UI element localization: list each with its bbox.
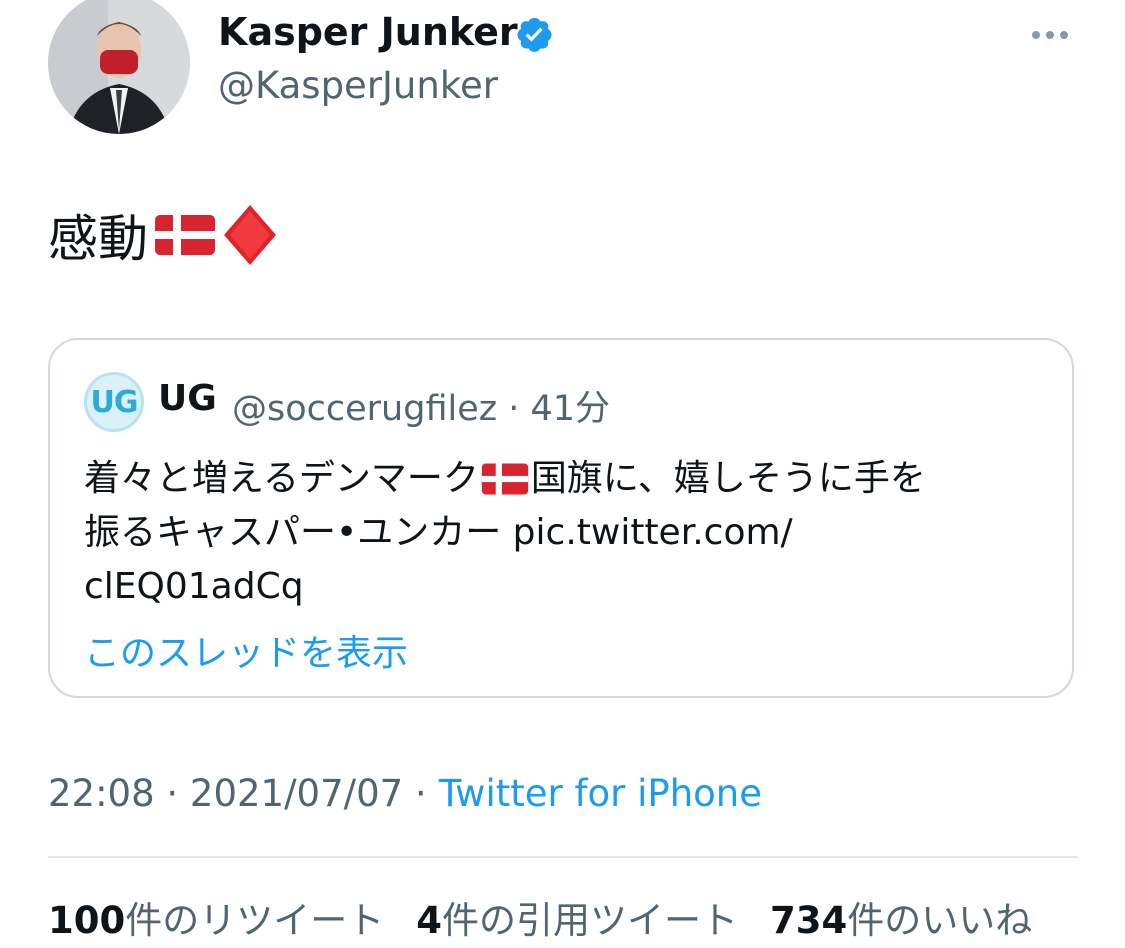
denmark-flag-icon [155,215,215,255]
tweet-timestamp[interactable]: 22:08 · 2021/07/07 · [48,772,427,815]
red-diamond-icon [224,205,276,265]
ug-logo: UG [90,384,139,420]
quoted-author-avatar[interactable]: UG [84,372,144,432]
quoted-tweet-text: 着々と増えるデンマーク 国旗に、嬉しそうに手を 振るキャスパー•ユンカー pic… [84,452,1044,614]
avatar-photo [48,0,190,134]
quotes-stat[interactable]: 4件の引用ツイート [416,890,738,944]
quoted-text-line1a: 着々と増えるデンマーク [84,458,479,499]
retweets-label: 件のリツイート [125,899,385,942]
author-handle[interactable]: @KasperJunker [218,64,498,107]
show-thread-link[interactable]: このスレッドを表示 [84,624,408,676]
divider [48,856,1078,858]
verified-badge-icon [514,14,554,54]
tweet-text: 感動 [48,200,278,270]
retweets-count: 100 [48,899,126,942]
tweet-meta: 22:08 · 2021/07/07 · Twitter for iPhone [48,772,762,815]
author-avatar[interactable] [48,0,190,134]
quotes-count: 4 [416,899,442,942]
quoted-text-line2: 振るキャスパー•ユンカー pic.twitter.com/ [84,512,793,553]
quoted-handle-time[interactable]: @soccerugfilez · 41分 [232,380,610,431]
tweet-text-content: 感動 [48,210,148,268]
quotes-label: 件の引用ツイート [441,899,738,942]
tweet-source-link[interactable]: Twitter for iPhone [439,772,762,815]
quoted-text-line3: clEQ01adCq [84,566,304,607]
author-name[interactable]: Kasper Junker [218,10,518,54]
quoted-author-name[interactable]: UG [158,378,217,419]
more-options-icon[interactable] [1028,22,1072,48]
denmark-flag-icon [481,463,529,495]
quoted-text-line1b: 国旗に、嬉しそうに手を [530,458,926,499]
tweet-stats: 100件のリツイート 4件の引用ツイート 734件のいいね [48,890,1032,944]
likes-stat[interactable]: 734件のいいね [770,890,1032,944]
likes-count: 734 [769,899,848,942]
retweets-stat[interactable]: 100件のリツイート [48,890,384,944]
likes-label: 件のいいね [847,899,1033,942]
